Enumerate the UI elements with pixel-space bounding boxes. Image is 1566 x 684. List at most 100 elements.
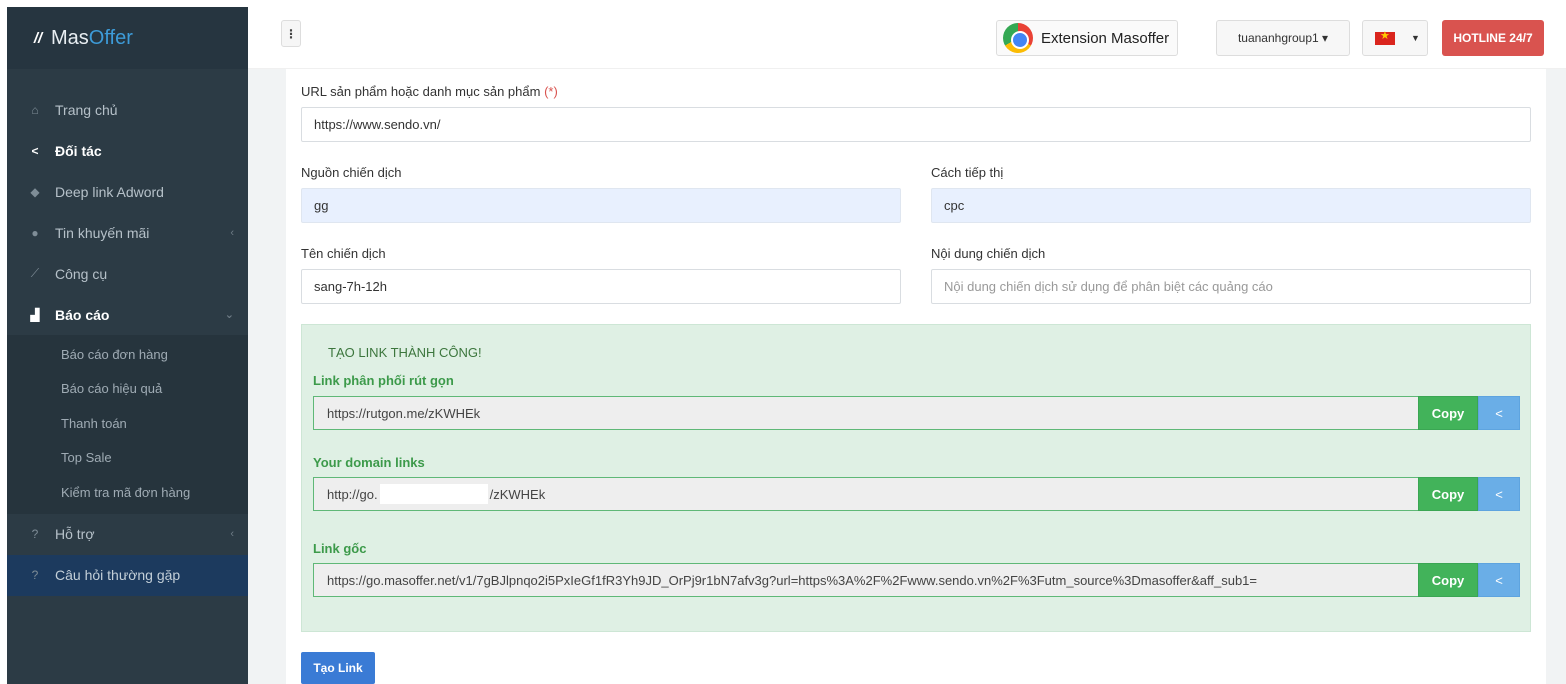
short-link-row: https://rutgon.me/zKWHEk Copy < xyxy=(313,396,1520,430)
caret-down-icon: ▼ xyxy=(1411,33,1420,43)
domain-link-row: http://go. /zKWHEk Copy < xyxy=(313,477,1520,511)
domain-link-label: Your domain links xyxy=(313,455,425,470)
url-label-text: URL sản phẩm hoặc danh mục sản phẩm xyxy=(301,84,541,99)
url-field-group: URL sản phẩm hoặc danh mục sản phẩm (*) … xyxy=(301,84,1531,142)
required-marker: (*) xyxy=(544,84,558,99)
sidebar-item-label: Trang chủ xyxy=(55,101,118,118)
sidebar-item-home[interactable]: ⌂ Trang chủ xyxy=(7,89,248,130)
sidebar-subitem-label: Top Sale xyxy=(61,450,112,466)
share-icon: < xyxy=(1495,486,1503,502)
campaign-content-placeholder: Nội dung chiến dịch sử dụng để phân biệt… xyxy=(944,279,1273,294)
hotline-label: HOTLINE 24/7 xyxy=(1453,31,1533,45)
medium-field-group: Cách tiếp thị cpc xyxy=(931,165,1531,223)
source-input[interactable]: gg xyxy=(301,188,901,223)
brand-name-part2: Offer xyxy=(88,26,133,49)
sidebar: // Mas Offer ⌂ Trang chủ < Đối tác ◆ Deep… xyxy=(7,7,248,684)
hotline-button[interactable]: HOTLINE 24/7 xyxy=(1442,20,1544,56)
chart-icon: ▟ xyxy=(30,307,40,322)
copy-label: Copy xyxy=(1431,572,1465,588)
create-link-button[interactable]: Tạo Link xyxy=(301,652,375,684)
wand-icon: ⟋ xyxy=(30,266,40,280)
help-circle-icon: ? xyxy=(31,527,39,541)
sidebar-subitem-label: Thanh toán xyxy=(61,415,127,431)
domain-link-input[interactable]: http://go. /zKWHEk xyxy=(313,477,1418,511)
main-content: URL sản phẩm hoặc danh mục sản phẩm (*) … xyxy=(248,69,1566,684)
copy-original-link-button[interactable]: Copy xyxy=(1418,563,1478,597)
sidebar-subitem-label: Báo cáo đơn hàng xyxy=(61,346,168,362)
campaign-name-field-group: Tên chiến dịch sang-7h-12h xyxy=(301,246,901,304)
chevron-left-icon: ‹ xyxy=(230,528,234,540)
medium-label: Cách tiếp thị xyxy=(931,165,1004,180)
reports-submenu: Báo cáo đơn hàng Báo cáo hiệu quả Thanh … xyxy=(7,335,248,514)
sidebar-toggle-button[interactable]: ⋮ xyxy=(281,20,301,47)
chevron-down-icon: ⌄ xyxy=(224,309,234,321)
domain-link-prefix: http://go. xyxy=(327,486,378,502)
copy-short-link-button[interactable]: Copy xyxy=(1418,396,1478,430)
sidebar-subitem-performance-report[interactable]: Báo cáo hiệu quả xyxy=(7,372,248,407)
chevron-left-icon: ‹ xyxy=(230,226,234,239)
campaign-name-label: Tên chiến dịch xyxy=(301,246,386,261)
language-dropdown[interactable]: ▼ xyxy=(1362,20,1428,56)
sidebar-item-partners[interactable]: < Đối tác xyxy=(7,130,248,171)
sidebar-subitem-order-report[interactable]: Báo cáo đơn hàng xyxy=(7,337,248,372)
sidebar-item-label: Báo cáo xyxy=(55,306,110,323)
short-link-value: https://rutgon.me/zKWHEk xyxy=(327,405,481,421)
brand-name-part1: Mas xyxy=(51,26,89,49)
diamond-icon: ◆ xyxy=(30,184,40,199)
sidebar-subitem-label: Kiểm tra mã đơn hàng xyxy=(61,484,191,500)
url-label: URL sản phẩm hoặc danh mục sản phẩm (*) xyxy=(301,84,1531,99)
campaign-name-input[interactable]: sang-7h-12h xyxy=(301,269,901,304)
original-link-input[interactable]: https://go.masoffer.net/v1/7gBJlpnqo2i5P… xyxy=(313,563,1418,597)
sidebar-item-reports[interactable]: ▟ Báo cáo ⌄ xyxy=(7,294,248,335)
source-label: Nguồn chiến dịch xyxy=(301,165,402,180)
url-input-value: https://www.sendo.vn/ xyxy=(314,117,441,132)
sidebar-item-label: Tin khuyến mãi xyxy=(55,224,150,241)
short-link-label: Link phân phối rút gọn xyxy=(313,373,454,388)
url-input[interactable]: https://www.sendo.vn/ xyxy=(301,107,1531,142)
brand-logo[interactable]: // Mas Offer xyxy=(7,7,248,69)
share-icon: < xyxy=(31,143,39,158)
extension-label: Extension Masoffer xyxy=(1041,29,1170,47)
sidebar-item-label: Deep link Adword xyxy=(55,183,164,200)
chrome-icon xyxy=(1003,23,1033,53)
sidebar-item-promotions[interactable]: ● Tin khuyến mãi ‹ xyxy=(7,212,248,253)
tag-icon: ● xyxy=(31,225,39,240)
sidebar-subitem-payment[interactable]: Thanh toán xyxy=(7,406,248,441)
original-link-label: Link gốc xyxy=(313,541,367,556)
source-input-value: gg xyxy=(314,198,329,213)
medium-input[interactable]: cpc xyxy=(931,188,1531,223)
sidebar-item-faq[interactable]: ? Câu hỏi thường gặp xyxy=(7,554,248,596)
sidebar-item-label: Hỗ trợ xyxy=(55,526,95,542)
sidebar-subitem-label: Báo cáo hiệu quả xyxy=(61,381,163,397)
short-link-input[interactable]: https://rutgon.me/zKWHEk xyxy=(313,396,1418,430)
topbar: ⋮ Extension Masoffer tuananhgroup1 ▾ ▼ H… xyxy=(248,7,1566,69)
extension-button[interactable]: Extension Masoffer xyxy=(996,20,1178,56)
share-icon: < xyxy=(1495,572,1503,588)
sidebar-subitem-order-check[interactable]: Kiểm tra mã đơn hàng xyxy=(7,475,248,510)
sidebar-menu: ⌂ Trang chủ < Đối tác ◆ Deep link Adword… xyxy=(7,69,248,596)
source-field-group: Nguồn chiến dịch gg xyxy=(301,165,901,223)
campaign-content-input[interactable]: Nội dung chiến dịch sử dụng để phân biệt… xyxy=(931,269,1531,304)
campaign-content-field-group: Nội dung chiến dịch Nội dung chiến dịch … xyxy=(931,246,1531,304)
copy-domain-link-button[interactable]: Copy xyxy=(1418,477,1478,511)
share-icon: < xyxy=(1495,405,1503,421)
help-circle-icon: ? xyxy=(31,568,39,582)
sidebar-item-tools[interactable]: ⟋ Công cụ xyxy=(7,253,248,294)
sidebar-subitem-top-sale[interactable]: Top Sale xyxy=(7,441,248,476)
share-original-link-button[interactable]: < xyxy=(1478,563,1520,597)
share-domain-link-button[interactable]: < xyxy=(1478,477,1520,511)
sidebar-item-label: Câu hỏi thường gặp xyxy=(55,567,181,583)
sidebar-item-deep-link[interactable]: ◆ Deep link Adword xyxy=(7,171,248,212)
user-dropdown[interactable]: tuananhgroup1 ▾ xyxy=(1216,20,1350,56)
success-alert: TẠO LINK THÀNH CÔNG! Link phân phối rút … xyxy=(301,324,1531,632)
sidebar-item-support[interactable]: ? Hỗ trợ ‹ xyxy=(7,514,248,555)
create-link-label: Tạo Link xyxy=(313,661,363,675)
share-short-link-button[interactable]: < xyxy=(1478,396,1520,430)
redacted-area xyxy=(379,484,488,504)
sidebar-item-label: Đối tác xyxy=(55,142,102,159)
copy-label: Copy xyxy=(1431,405,1465,421)
medium-input-value: cpc xyxy=(944,198,965,213)
home-icon: ⌂ xyxy=(31,102,39,117)
vietnam-flag-icon xyxy=(1375,29,1395,45)
sidebar-item-label: Công cụ xyxy=(55,265,108,282)
